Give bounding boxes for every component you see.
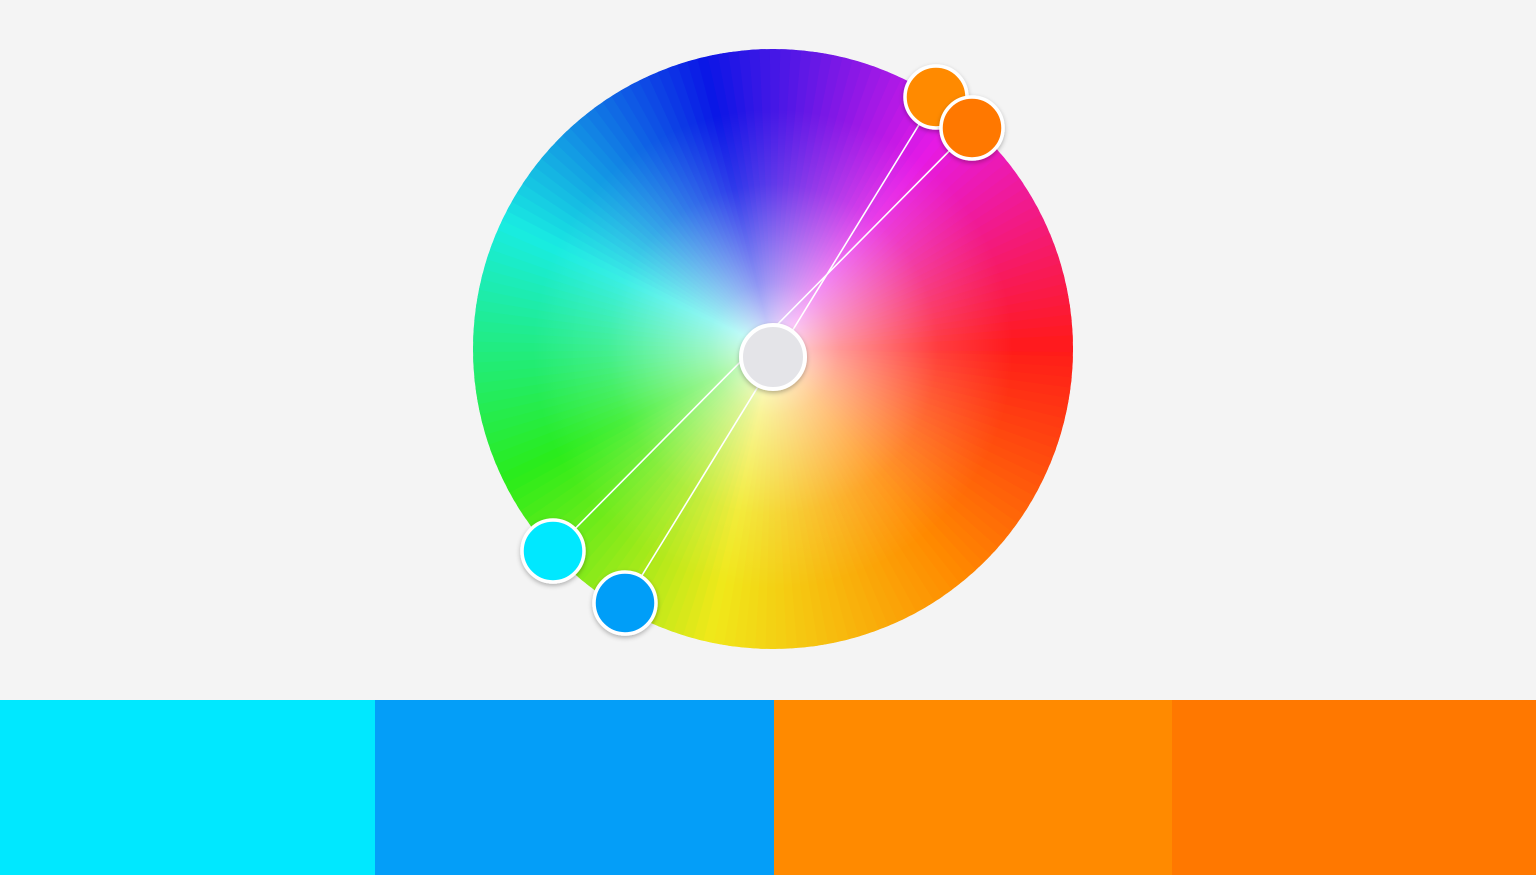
color-wheel-area — [0, 0, 1536, 700]
palette-swatch-2[interactable] — [375, 700, 774, 875]
palette-swatch-1[interactable] — [0, 700, 375, 875]
color-wheel[interactable] — [0, 0, 1536, 700]
palette-swatch-3[interactable] — [774, 700, 1172, 875]
color-palette — [0, 700, 1536, 875]
color-handle-2[interactable] — [592, 570, 658, 636]
palette-swatch-4[interactable] — [1172, 700, 1536, 875]
center-handle[interactable] — [739, 323, 807, 391]
color-handle-4[interactable] — [939, 95, 1005, 161]
color-handle-1[interactable] — [520, 518, 586, 584]
